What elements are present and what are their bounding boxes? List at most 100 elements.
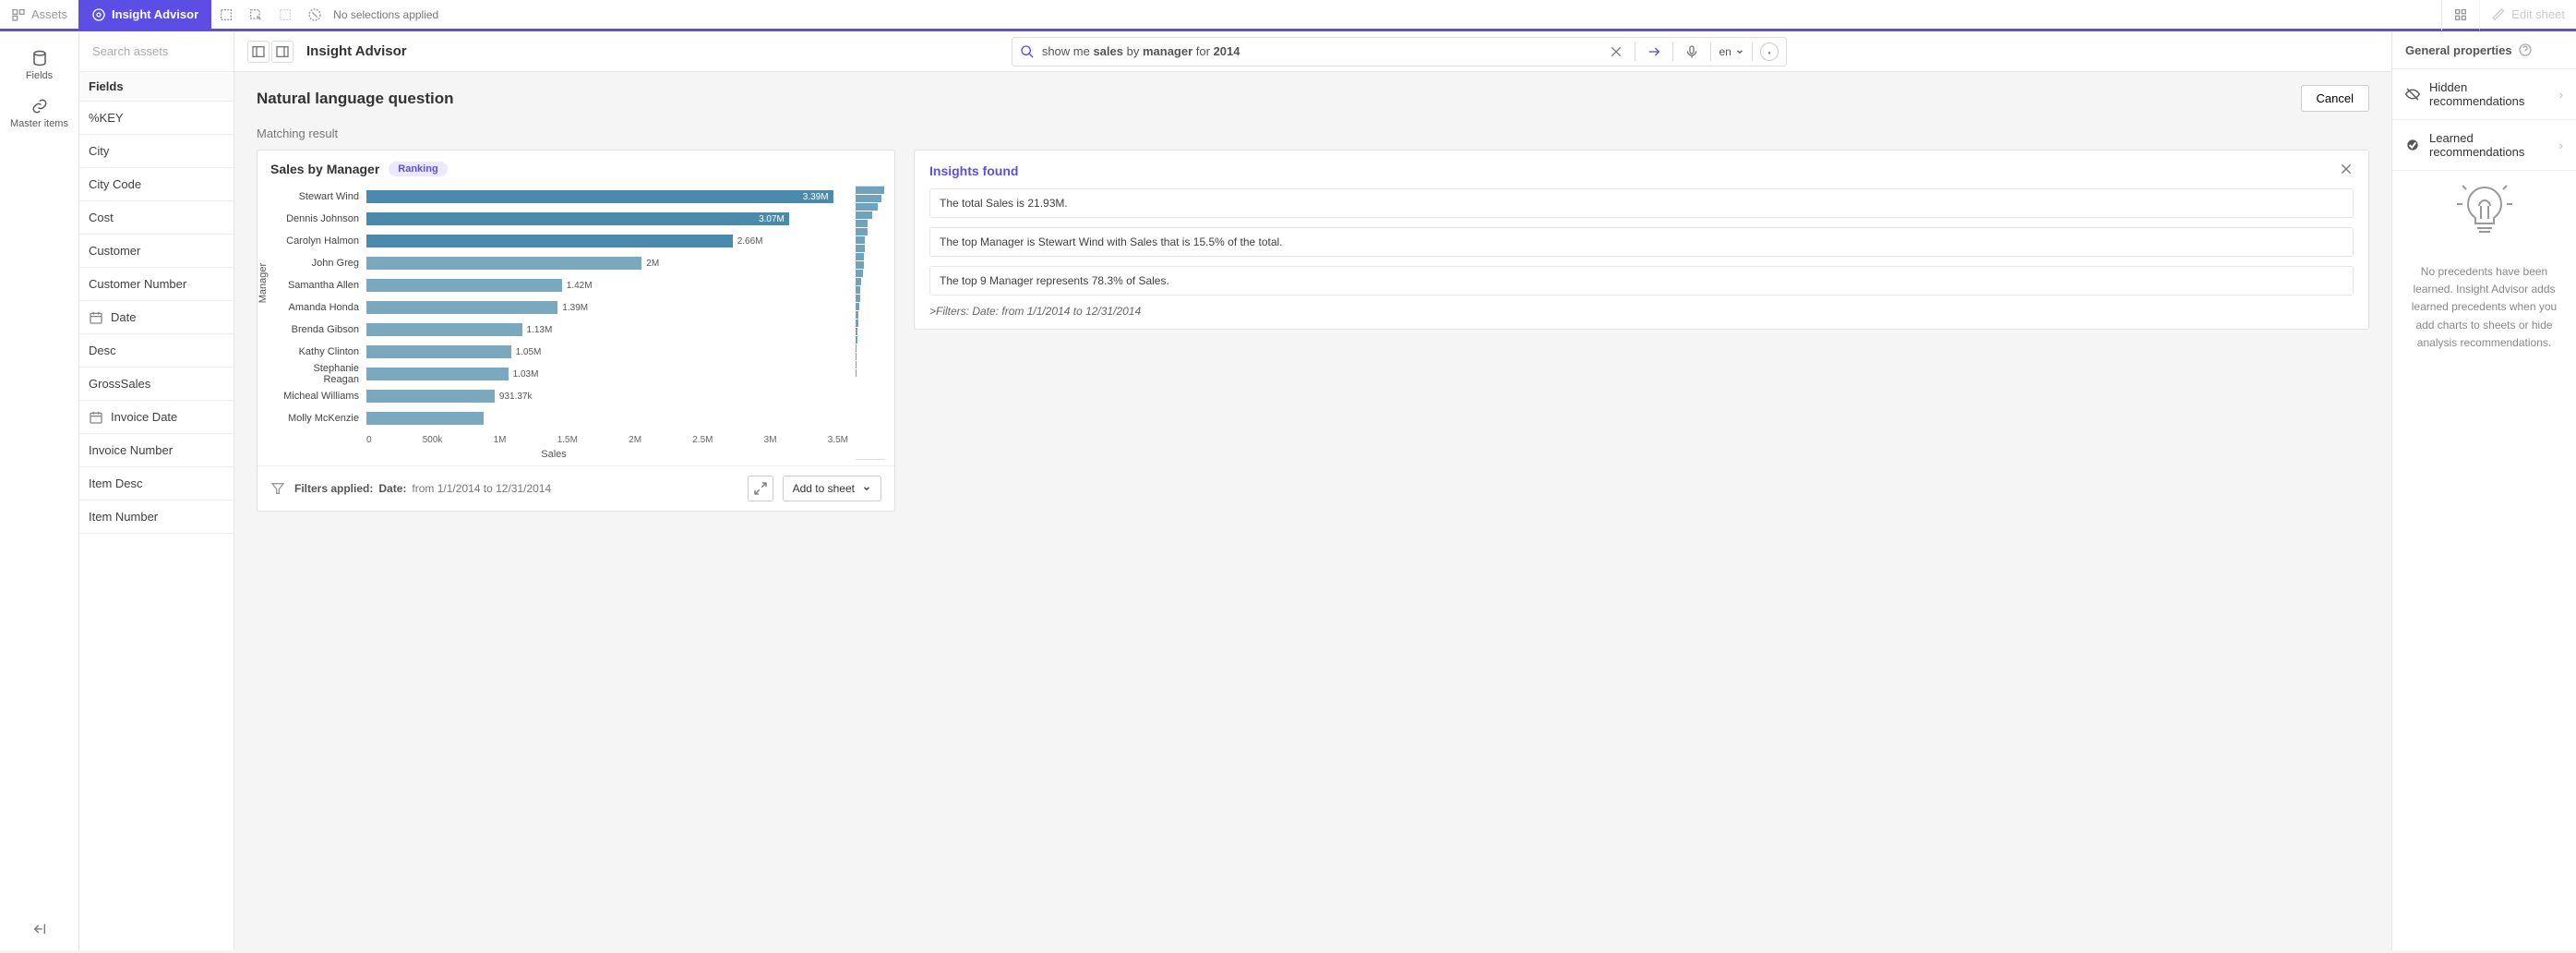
bar-row[interactable]: Stewart Wind3.39M — [278, 186, 848, 208]
field-label: %KEY — [89, 111, 124, 125]
bar-category: Stewart Wind — [278, 191, 366, 202]
smart-search-icon[interactable] — [211, 0, 241, 30]
insight-item: The top Manager is Stewart Wind with Sal… — [929, 227, 2354, 257]
field-label: Item Desc — [89, 476, 143, 490]
field-item[interactable]: Invoice Number — [79, 434, 234, 467]
field-label: Item Number — [89, 510, 158, 524]
help-button[interactable] — [1760, 42, 1779, 61]
bar-category: Molly McKenzie — [278, 413, 366, 424]
submit-query-button[interactable] — [1643, 41, 1665, 63]
arrow-right-icon — [1647, 44, 1661, 59]
rail-master-label: Master items — [10, 118, 68, 129]
field-label: Invoice Date — [111, 410, 177, 424]
field-item[interactable]: Invoice Date — [79, 401, 234, 434]
properties-row-label: Learned recommendations — [2429, 131, 2550, 159]
field-item[interactable]: Customer — [79, 235, 234, 268]
x-axis-label: Sales — [259, 449, 848, 460]
cancel-button[interactable]: Cancel — [2301, 85, 2369, 112]
center-pane: Natural language question Cancel Matchin… — [234, 72, 2391, 950]
field-label: City Code — [89, 177, 141, 191]
advisor-toolbar: Insight Advisor show me sales by manager… — [234, 31, 2391, 72]
properties-row[interactable]: Hidden recommendations› — [2392, 69, 2576, 120]
bar-row[interactable]: Brenda Gibson 1.13M — [278, 319, 848, 341]
bar-row[interactable]: Samantha Allen1.42M — [278, 274, 848, 296]
rail-master-items[interactable]: Master items — [10, 98, 68, 129]
filter-icon — [270, 481, 285, 496]
lightbulb-illustration — [2392, 171, 2576, 239]
field-item[interactable]: Date — [79, 301, 234, 334]
query-searchbox[interactable]: show me sales by manager for 2014 en — [1012, 37, 1787, 66]
matching-result-label: Matching result — [257, 127, 2369, 140]
properties-row[interactable]: Learned recommendations› — [2392, 120, 2576, 171]
insights-panel: Insights found The total Sales is 21.93M… — [914, 150, 2369, 330]
nlq-heading: Natural language question — [257, 90, 453, 108]
x-axis-ticks: 0500k1M1.5M2M2.5M3M3.5M — [366, 435, 848, 445]
bar-row[interactable]: Molly McKenzie — [278, 407, 848, 429]
field-item[interactable]: %KEY — [79, 102, 234, 135]
field-item[interactable]: Cost — [79, 201, 234, 235]
advisor-title: Insight Advisor — [306, 43, 407, 59]
close-insights-button[interactable] — [2339, 162, 2354, 179]
edit-sheet-button: Edit sheet — [2479, 0, 2576, 30]
add-to-sheet-button[interactable]: Add to sheet — [783, 476, 881, 501]
field-item[interactable]: City — [79, 135, 234, 168]
voice-input-button[interactable] — [1681, 41, 1703, 63]
fields-list: %KEY City City Code Cost Customer Customer Nu… — [79, 102, 234, 950]
field-label: Customer — [89, 244, 140, 258]
expand-chart-button[interactable] — [748, 476, 773, 501]
chart-area[interactable]: Manager Stewart Wind3.39MDennis Johnson3… — [259, 186, 848, 460]
insights-filters-note: >Filters: Date: from 1/1/2014 to 12/31/2… — [929, 305, 2354, 318]
nlq-header-row: Natural language question Cancel — [257, 85, 2369, 112]
center-wrap: Insight Advisor show me sales by manager… — [234, 31, 2391, 950]
assets-label: Assets — [31, 7, 67, 21]
collapse-icon — [32, 922, 47, 936]
chart-minimap[interactable] — [856, 186, 885, 460]
toggle-left-panel[interactable] — [247, 41, 270, 63]
field-item[interactable]: GrossSales — [79, 368, 234, 401]
bar-row[interactable]: Carolyn Halmon2.66M — [278, 230, 848, 252]
bar-category: Kathy Clinton — [278, 346, 366, 357]
bar-row[interactable]: Dennis Johnson3.07M — [278, 208, 848, 230]
field-item[interactable]: Item Number — [79, 501, 234, 534]
bar-category: Stephanie Reagan — [278, 363, 366, 385]
bar-category: John Greg — [278, 258, 366, 269]
field-item[interactable]: City Code — [79, 168, 234, 201]
field-item[interactable]: Item Desc — [79, 467, 234, 501]
bar-row[interactable]: Micheal Williams931.37k — [278, 385, 848, 407]
field-item[interactable]: Customer Number — [79, 268, 234, 301]
bar-category: Micheal Williams — [278, 391, 366, 402]
field-label: Customer Number — [89, 277, 186, 291]
clear-selections-icon[interactable] — [300, 0, 329, 30]
bar-category: Samantha Allen — [278, 280, 366, 291]
bar-row[interactable]: Stephanie Reagan1.03M — [278, 363, 848, 385]
field-label: Desc — [89, 344, 116, 357]
properties-heading: General properties — [2405, 43, 2512, 57]
search-assets-input[interactable] — [89, 39, 224, 64]
selection-tool-icon[interactable] — [241, 0, 270, 30]
chart-badge: Ranking — [389, 162, 447, 176]
bar-row[interactable]: John Greg2M — [278, 252, 848, 274]
chart-card: Sales by Manager Ranking Manager Stewart… — [257, 150, 895, 512]
language-selector[interactable]: en — [1719, 45, 1743, 58]
insights-heading: Insights found — [929, 163, 1018, 178]
clear-query-button[interactable] — [1605, 41, 1627, 63]
field-item[interactable]: Desc — [79, 334, 234, 368]
bar-row[interactable]: Kathy Clinton1.05M — [278, 341, 848, 363]
close-icon — [2339, 162, 2354, 176]
lightbulb-icon — [2455, 180, 2514, 239]
bar-value: 1.13M — [527, 325, 557, 335]
grid-view-button[interactable] — [2441, 0, 2479, 30]
toggle-right-panel[interactable] — [271, 41, 294, 63]
collapse-rail-button[interactable] — [32, 922, 47, 939]
panel-left-icon — [251, 44, 266, 59]
rail-fields[interactable]: Fields — [26, 50, 53, 81]
link-icon — [31, 98, 48, 115]
bar-category: Brenda Gibson — [278, 324, 366, 335]
bar-row[interactable]: Amanda Honda1.39M — [278, 296, 848, 319]
insight-advisor-tab[interactable]: Insight Advisor — [78, 0, 211, 30]
help-icon[interactable] — [2518, 42, 2533, 57]
assets-button[interactable]: Assets — [0, 0, 78, 30]
database-icon — [31, 50, 48, 66]
query-text: show me sales by manager for 2014 — [1042, 44, 1599, 58]
bar-value: 2.66M — [737, 236, 768, 247]
